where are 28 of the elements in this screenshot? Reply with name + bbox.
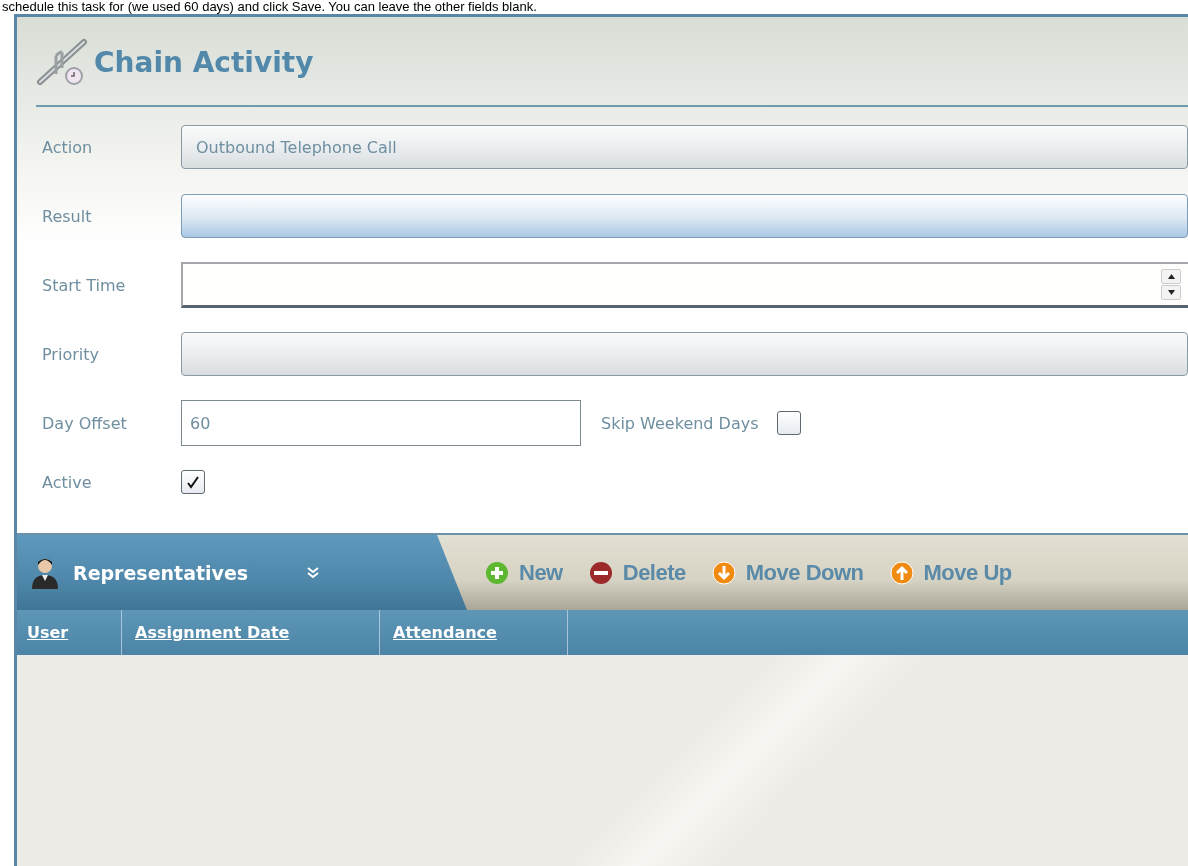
field-label: Skip Weekend Days (601, 413, 759, 433)
field-label: Action (42, 137, 94, 157)
field-label: Priority (42, 344, 100, 364)
dropdown-field[interactable] (181, 194, 1188, 238)
field-label: Day Offset (42, 413, 128, 433)
dropdown-field[interactable]: Outbound Telephone Call (181, 125, 1188, 169)
section-title: Representatives (73, 561, 250, 584)
time-field[interactable] (181, 262, 1188, 308)
field-label: Active (42, 472, 93, 492)
spin-up-button[interactable] (1161, 269, 1181, 284)
down-triangle-icon (1167, 290, 1175, 295)
checkbox[interactable] (181, 470, 205, 494)
spin-down-button[interactable] (1161, 285, 1181, 300)
day-offset-field[interactable]: 60 (181, 400, 581, 446)
toolbar-button[interactable]: Move Up (923, 559, 1012, 586)
up-triangle-icon (1167, 274, 1175, 279)
field-label: Result (42, 206, 93, 226)
checkbox[interactable] (776, 411, 801, 435)
dropdown-field[interactable] (181, 332, 1188, 376)
toolbar-button[interactable]: Delete (622, 559, 686, 586)
field-label: Start Time (42, 275, 127, 295)
person-icon (31, 556, 59, 589)
toolbar-button[interactable]: Move Down (745, 559, 864, 586)
collapse-chevron-icon[interactable] (306, 565, 320, 580)
minus-icon[interactable] (588, 560, 613, 585)
form-title: Chain Activity (94, 45, 314, 79)
checkmark-icon (186, 475, 200, 489)
toolbar-button[interactable]: New (519, 559, 563, 586)
